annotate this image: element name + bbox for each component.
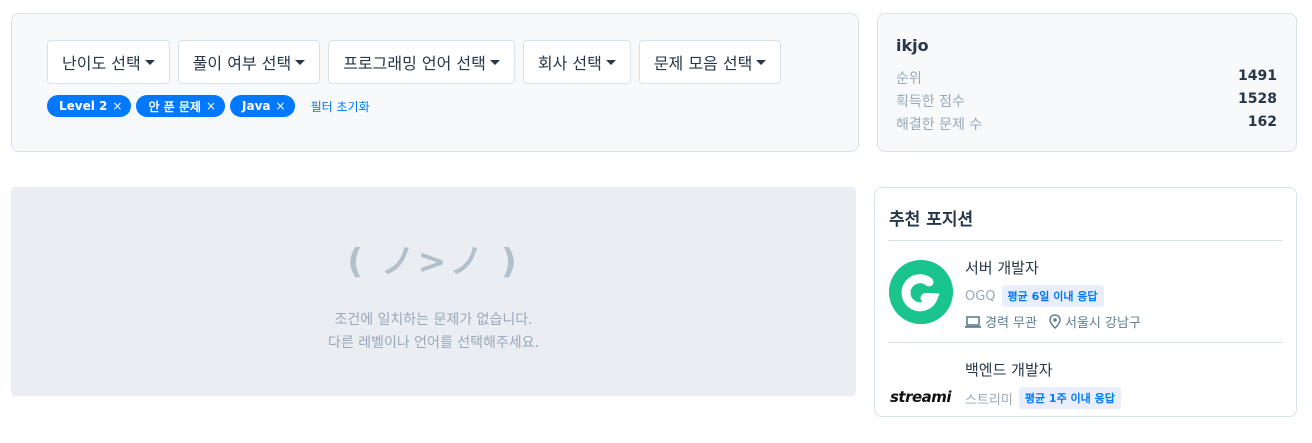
company-name: 스트리미 <box>965 392 1013 408</box>
reset-filters-link[interactable]: 필터 초기화 <box>311 98 370 115</box>
dropdown-label: 회사 선택 <box>537 54 602 73</box>
filter-chip-level[interactable]: Level 2 × <box>47 95 132 117</box>
chip-label: 안 푼 문제 <box>148 99 201 114</box>
caret-down-icon <box>144 59 155 65</box>
stat-value: 1528 <box>1238 91 1277 107</box>
job-location: 서울시 강남구 <box>1064 316 1141 331</box>
job-item[interactable]: 서버 개발자 OGQ 평균 6일 이내 응답 경력 무관 서울시 강남구 <box>888 241 1283 341</box>
stat-label: 획득한 점수 <box>896 94 965 110</box>
ogq-logo-icon <box>889 260 953 324</box>
close-icon[interactable]: × <box>276 99 286 113</box>
empty-emoticon: ( ノ>ノ ) <box>347 242 520 282</box>
laptop-icon <box>965 315 981 328</box>
dropdown-label: 문제 모음 선택 <box>653 54 753 73</box>
filter-chip-unsolved[interactable]: 안 푼 문제 × <box>136 95 226 117</box>
stat-solved: 해결한 문제 수 162 <box>896 114 1277 134</box>
job-position: 서버 개발자 <box>965 259 1039 277</box>
profile-card: ikjo 순위 1491 획득한 점수 1528 해결한 문제 수 162 <box>877 13 1297 152</box>
filter-panel: 난이도 선택 풀이 여부 선택 프로그래밍 언어 선택 회사 선택 문제 모음 … <box>11 13 859 152</box>
empty-results-panel: ( ノ>ノ ) 조건에 일치하는 문제가 없습니다. 다른 레벨이나 언어를 선… <box>11 187 856 396</box>
filter-dropdowns: 난이도 선택 풀이 여부 선택 프로그래밍 언어 선택 회사 선택 문제 모음 … <box>47 40 782 84</box>
stat-value: 162 <box>1247 114 1277 130</box>
chip-label: Java <box>242 99 271 113</box>
location-pin-icon <box>1049 314 1061 329</box>
stat-value: 1491 <box>1238 68 1277 84</box>
caret-down-icon <box>605 59 616 65</box>
recommended-title: 추천 포지션 <box>889 210 974 230</box>
recommended-positions-card: 추천 포지션 서버 개발자 OGQ 평균 6일 이내 응답 경력 무관 서울시 … <box>874 187 1297 417</box>
dropdown-label: 풀이 여부 선택 <box>192 54 292 73</box>
streami-logo: streami <box>890 388 952 406</box>
stat-rank: 순위 1491 <box>896 68 1277 88</box>
caret-down-icon <box>489 59 500 65</box>
job-item[interactable]: streami 백엔드 개발자 스트리미 평균 1주 이내 응답 <box>888 343 1283 443</box>
close-icon[interactable]: × <box>112 99 122 113</box>
filter-chip-language[interactable]: Java × <box>230 95 295 117</box>
company-name: OGQ <box>965 288 996 304</box>
job-position: 백엔드 개발자 <box>965 361 1053 379</box>
problem-set-dropdown[interactable]: 문제 모음 선택 <box>638 40 782 84</box>
close-icon[interactable]: × <box>206 99 216 113</box>
chip-label: Level 2 <box>59 99 108 113</box>
stat-label: 해결한 문제 수 <box>896 117 983 133</box>
dropdown-label: 프로그래밍 언어 선택 <box>343 54 486 73</box>
solved-status-dropdown[interactable]: 풀이 여부 선택 <box>177 40 321 84</box>
response-badge: 평균 1주 이내 응답 <box>1018 387 1121 409</box>
empty-message-line1: 조건에 일치하는 문제가 없습니다. <box>334 312 533 328</box>
caret-down-icon <box>295 59 306 65</box>
caret-down-icon <box>756 59 767 65</box>
language-dropdown[interactable]: 프로그래밍 언어 선택 <box>328 40 515 84</box>
career-requirement: 경력 무관 <box>985 316 1037 331</box>
job-meta: 스트리미 평균 1주 이내 응답 <box>965 387 1121 409</box>
active-filter-chips: Level 2 × 안 푼 문제 × Java × 필터 초기화 <box>47 95 370 117</box>
dropdown-label: 난이도 선택 <box>62 54 141 73</box>
empty-message-line2: 다른 레벨이나 언어를 선택해주세요. <box>328 335 539 351</box>
username: ikjo <box>896 36 929 55</box>
difficulty-dropdown[interactable]: 난이도 선택 <box>47 40 170 84</box>
company-dropdown[interactable]: 회사 선택 <box>522 40 631 84</box>
response-badge: 평균 6일 이내 응답 <box>1001 285 1104 307</box>
stat-score: 획득한 점수 1528 <box>896 91 1277 111</box>
job-details: 경력 무관 서울시 강남구 <box>965 312 1141 331</box>
stat-label: 순위 <box>896 71 922 87</box>
job-meta: OGQ 평균 6일 이내 응답 <box>965 285 1104 307</box>
